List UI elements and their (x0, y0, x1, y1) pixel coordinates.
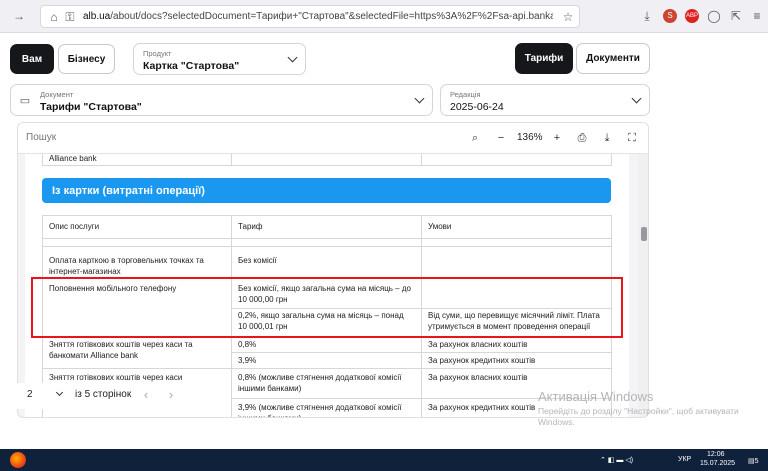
table-cell: Без комісії (238, 256, 277, 265)
prev-page-icon[interactable]: ‹ (139, 388, 153, 402)
table-border (42, 215, 612, 216)
table-border (42, 246, 612, 247)
zoom-level: 136% (517, 132, 543, 143)
table-cell: За рахунок кредитних коштів (428, 356, 536, 365)
product-select[interactable]: Продукт Картка "Стартова" (133, 43, 306, 75)
download-icon[interactable]: ⤓ (600, 131, 614, 145)
document-select[interactable]: ▭ Документ Тарифи "Стартова" (10, 84, 433, 116)
browser-toolbar: → ⌂ ⚿ alb.ua/about/docs?selectedDocument… (0, 0, 768, 33)
you-button[interactable]: Вам (10, 44, 54, 74)
section-title: Із картки (витратні операції) (42, 178, 611, 203)
documents-button[interactable]: Документи (576, 43, 650, 74)
document-icon: ▭ (19, 95, 31, 107)
clock-date[interactable]: 15.07.2025 (700, 460, 735, 467)
business-button[interactable]: Бізнесу (58, 44, 115, 74)
pagination: 2 із 5 сторінок ‹ › (17, 383, 187, 409)
table-border (42, 165, 612, 166)
chevron-down-icon[interactable] (55, 388, 64, 397)
language-indicator[interactable]: УКР (678, 456, 691, 463)
download-icon[interactable]: ⤓ (640, 9, 654, 23)
notification-count: 5 (754, 458, 759, 465)
zoom-out-icon[interactable]: − (494, 131, 508, 145)
product-value: Картка "Стартова" (143, 60, 240, 72)
chevron-down-icon (414, 93, 425, 104)
url-text[interactable]: alb.ua/about/docs?selectedDocument=Тариф… (83, 11, 553, 22)
lock-icon[interactable]: ⚿ (63, 10, 77, 24)
prev-row-text: Alliance bank (49, 154, 97, 163)
activation-watermark-text: Перейдіть до розділу "Настройки", щоб ак… (538, 406, 739, 427)
table-cell: За рахунок кредитних коштів (428, 403, 536, 412)
table-cell: 0,8% (238, 340, 257, 349)
print-icon[interactable]: ⎙ (575, 131, 589, 145)
edition-select[interactable]: Редакція 2025-06-24 (440, 84, 650, 116)
table-cell: 0,8% (можливе стягнення додаткової коміс… (238, 373, 402, 393)
next-page-icon[interactable]: › (164, 388, 178, 402)
highlight-frame (31, 277, 623, 338)
pdf-viewer: ⌕ − 136% + ⎙ ⤓ ⛶ Alliance bank Із картки… (17, 122, 649, 418)
table-cell: Зняття готівкових коштів через каси (49, 373, 183, 382)
extensions-icon[interactable]: ⇱ (729, 9, 743, 23)
table-border (42, 238, 612, 239)
product-label: Продукт (143, 49, 172, 58)
bookmark-star-icon[interactable]: ☆ (561, 10, 575, 24)
edition-label: Редакція (450, 90, 481, 99)
notification-icon[interactable]: ▤5 (748, 457, 759, 465)
fullscreen-icon[interactable]: ⛶ (625, 131, 639, 145)
clock-time[interactable]: 12:06 (707, 451, 725, 458)
zoom-in-icon[interactable]: + (550, 131, 564, 145)
table-cell: За рахунок власних коштів (428, 340, 528, 349)
page-info-icon[interactable]: ⌂ (47, 10, 61, 24)
chevron-down-icon (631, 93, 642, 104)
column-header: Умови (428, 222, 452, 231)
adblock-icon[interactable]: ABP (685, 9, 699, 23)
page-number-select[interactable]: 2 (27, 389, 33, 400)
table-cell: Оплата карткою в торговельних точках та … (49, 256, 204, 276)
column-header: Тариф (238, 222, 263, 231)
search-input[interactable] (26, 132, 176, 143)
scrollbar[interactable] (638, 154, 648, 417)
extension-icon[interactable]: S (663, 9, 677, 23)
forward-icon[interactable]: → (12, 9, 26, 23)
account-icon[interactable]: ◯ (707, 9, 721, 23)
table-cell: 3,9% (можливе стягнення додаткової коміс… (238, 403, 402, 418)
firefox-icon[interactable] (10, 452, 26, 468)
viewer-toolbar: ⌕ − 136% + ⎙ ⤓ ⛶ (18, 123, 648, 154)
tariffs-button[interactable]: Тарифи (515, 43, 573, 74)
table-border (42, 368, 612, 369)
search-icon[interactable]: ⌕ (468, 131, 482, 145)
activation-watermark-title: Активація Windows (538, 389, 654, 404)
tray-icons[interactable]: ⌃ ◧ ▬ ◁) (600, 456, 633, 464)
scroll-thumb[interactable] (641, 227, 647, 241)
taskbar: ⌃ ◧ ▬ ◁) УКР 12:06 15.07.2025 ▤5 (0, 449, 768, 471)
page-total: із 5 сторінок (75, 389, 132, 400)
document-label: Документ (40, 90, 74, 99)
chevron-down-icon (287, 52, 298, 63)
table-cell: Зняття готівкових коштів через каси та б… (49, 340, 193, 360)
table-cell: За рахунок власних коштів (428, 373, 528, 382)
table-border (231, 352, 612, 353)
table-cell: 3,9% (238, 356, 257, 365)
edition-value: 2025-06-24 (450, 101, 504, 113)
address-bar[interactable]: ⌂ ⚿ alb.ua/about/docs?selectedDocument=Т… (40, 5, 580, 28)
document-value: Тарифи "Стартова" (40, 101, 142, 113)
column-header: Опис послуги (49, 222, 100, 231)
menu-icon[interactable]: ≡ (750, 9, 764, 23)
